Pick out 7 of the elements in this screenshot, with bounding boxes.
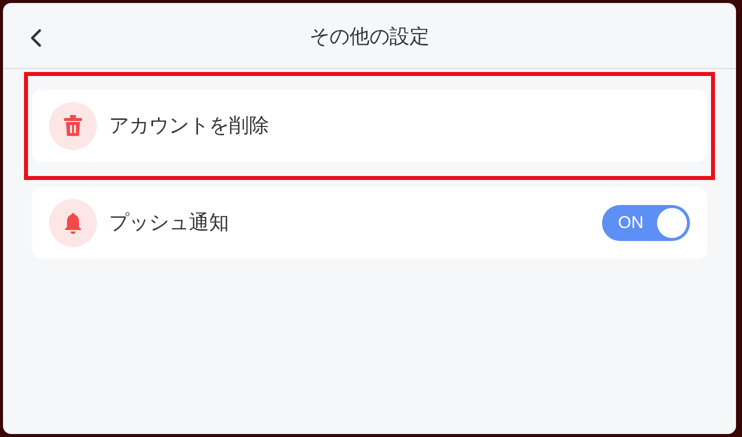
bell-icon: [63, 212, 83, 234]
row-label: プッシュ通知: [109, 211, 229, 236]
trash-icon: [63, 115, 83, 137]
settings-row[interactable]: アカウントを削除: [32, 90, 707, 162]
row-label: アカウントを削除: [109, 114, 269, 139]
settings-row[interactable]: プッシュ通知 ON: [32, 187, 707, 259]
window-title: その他の設定: [310, 22, 430, 50]
